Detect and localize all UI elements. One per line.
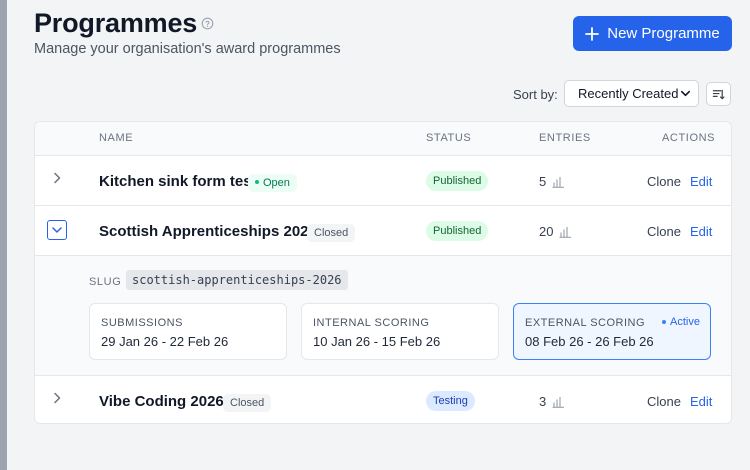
sort-selected-value: Recently Created bbox=[578, 86, 679, 101]
sort-select[interactable]: Recently Created bbox=[564, 80, 699, 107]
table-header: NAME STATUS ENTRIES ACTIONS bbox=[35, 122, 731, 156]
status-badge: Published bbox=[426, 171, 489, 191]
state-badge: Closed bbox=[223, 394, 272, 412]
slug-label: SLUG bbox=[89, 276, 122, 288]
phase-label: INTERNAL SCORING bbox=[313, 317, 430, 329]
table-row[interactable]: Scottish Apprenticeships 2026 Closed Pub… bbox=[35, 206, 731, 256]
active-dot-icon bbox=[662, 320, 667, 324]
entries-count[interactable]: 20 bbox=[539, 224, 572, 239]
sort-direction-icon bbox=[712, 89, 725, 99]
plus-icon bbox=[585, 26, 600, 41]
edit-button[interactable]: Edit bbox=[690, 174, 712, 189]
entries-value: 5 bbox=[539, 174, 547, 189]
new-programme-label: New Programme bbox=[607, 25, 720, 42]
phase-dates: 08 Feb 26 - 26 Feb 26 bbox=[525, 334, 654, 349]
status-badge: Testing bbox=[426, 391, 475, 411]
entries-count[interactable]: 5 bbox=[539, 174, 565, 189]
new-programme-button[interactable]: New Programme bbox=[573, 16, 732, 51]
bar-chart-icon bbox=[559, 226, 572, 238]
state-badge-label: Open bbox=[263, 177, 290, 189]
slug-value[interactable]: scottish-apprenticeships-2026 bbox=[126, 270, 348, 290]
programme-name[interactable]: Scottish Apprenticeships 2026 bbox=[99, 223, 317, 240]
clone-button[interactable]: Clone bbox=[647, 394, 681, 409]
status-badge: Published bbox=[426, 221, 489, 241]
active-badge: Active bbox=[662, 316, 700, 328]
chevron-down-icon bbox=[681, 90, 690, 97]
bar-chart-icon bbox=[552, 176, 565, 188]
sort-label: Sort by: bbox=[513, 87, 558, 102]
help-circle-icon[interactable] bbox=[201, 17, 214, 30]
entries-value: 3 bbox=[539, 394, 547, 409]
sort-direction-button[interactable] bbox=[706, 82, 731, 106]
phase-label: SUBMISSIONS bbox=[101, 317, 183, 329]
collapse-button[interactable] bbox=[47, 220, 67, 240]
phase-card-external-scoring[interactable]: EXTERNAL SCORING Active 08 Feb 26 - 26 F… bbox=[513, 303, 711, 360]
phase-card-internal-scoring[interactable]: INTERNAL SCORING 10 Jan 26 - 15 Feb 26 bbox=[301, 303, 499, 360]
chevron-right-icon[interactable] bbox=[50, 391, 64, 405]
programme-name[interactable]: Kitchen sink form test bbox=[99, 173, 257, 190]
active-badge-label: Active bbox=[670, 316, 700, 328]
clone-button[interactable]: Clone bbox=[647, 224, 681, 239]
programmes-table: NAME STATUS ENTRIES ACTIONS Kitchen sink… bbox=[34, 121, 732, 424]
entries-value: 20 bbox=[539, 224, 554, 239]
entries-count[interactable]: 3 bbox=[539, 394, 565, 409]
column-header-actions: ACTIONS bbox=[662, 132, 716, 144]
open-dot-icon bbox=[255, 180, 259, 185]
phase-dates: 29 Jan 26 - 22 Feb 26 bbox=[101, 334, 229, 349]
window-edge bbox=[0, 0, 7, 470]
state-badge: Open bbox=[248, 174, 297, 192]
page-title: Programmes bbox=[34, 8, 198, 38]
bar-chart-icon bbox=[552, 396, 565, 408]
programme-detail-panel: SLUG scottish-apprenticeships-2026 SUBMI… bbox=[35, 256, 731, 376]
table-row[interactable]: Kitchen sink form test Open Published 5 … bbox=[35, 156, 731, 206]
phase-dates: 10 Jan 26 - 15 Feb 26 bbox=[313, 334, 441, 349]
clone-button[interactable]: Clone bbox=[647, 174, 681, 189]
state-badge: Closed bbox=[307, 224, 356, 242]
table-row[interactable]: Vibe Coding 2026 Closed Testing 3 Clone … bbox=[35, 376, 731, 423]
programme-name[interactable]: Vibe Coding 2026 bbox=[99, 393, 224, 410]
column-header-entries: ENTRIES bbox=[539, 132, 591, 144]
edit-button[interactable]: Edit bbox=[690, 224, 712, 239]
phase-card-submissions[interactable]: SUBMISSIONS 29 Jan 26 - 22 Feb 26 bbox=[89, 303, 287, 360]
chevron-down-icon bbox=[52, 227, 62, 233]
chevron-right-icon[interactable] bbox=[50, 171, 64, 185]
page-subtitle: Manage your organisation's award program… bbox=[34, 41, 341, 57]
column-header-name: NAME bbox=[99, 132, 134, 144]
phase-label: EXTERNAL SCORING bbox=[525, 317, 646, 329]
edit-button[interactable]: Edit bbox=[690, 394, 712, 409]
column-header-status: STATUS bbox=[426, 132, 472, 144]
